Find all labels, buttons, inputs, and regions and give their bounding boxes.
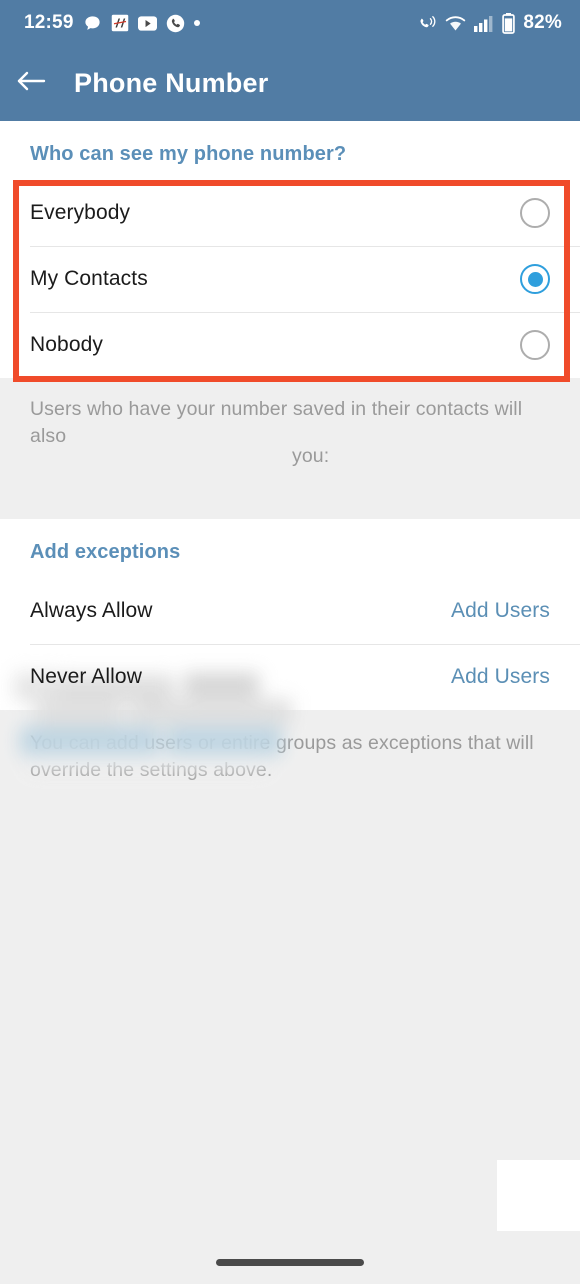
app-notification-icon bbox=[111, 14, 129, 32]
visibility-section-header: Who can see my phone number? bbox=[30, 143, 347, 165]
visibility-footnote: Users who have your number saved in thei… bbox=[0, 378, 580, 474]
option-label-my-contacts: My Contacts bbox=[30, 267, 148, 290]
battery-percent-label: 82% bbox=[523, 12, 562, 33]
app-bar: Phone Number bbox=[0, 46, 580, 121]
exceptions-card: Add exceptions Always Allow Add Users Ne… bbox=[0, 519, 580, 710]
arrow-left-icon bbox=[16, 68, 46, 99]
back-button[interactable] bbox=[0, 68, 62, 99]
exceptions-footnote: You can add users or entire groups as ex… bbox=[30, 732, 534, 781]
option-label-nobody: Nobody bbox=[30, 333, 103, 356]
call-active-icon bbox=[416, 14, 437, 33]
option-row-my-contacts[interactable]: My Contacts bbox=[0, 246, 580, 312]
exception-label-never-allow: Never Allow bbox=[30, 665, 142, 688]
option-label-everybody: Everybody bbox=[30, 201, 131, 224]
add-users-button-always-allow[interactable]: Add Users bbox=[451, 599, 550, 623]
cellular-signal-icon bbox=[474, 15, 494, 32]
exception-row-always-allow[interactable]: Always Allow Add Users bbox=[0, 578, 580, 644]
wifi-icon bbox=[445, 15, 466, 32]
youtube-icon bbox=[137, 15, 157, 31]
visibility-footnote-tail: you: bbox=[292, 445, 330, 467]
phone-screen: 12:59 82% Phone Number Who can see my ph… bbox=[0, 0, 580, 1284]
more-dot-icon bbox=[193, 20, 200, 26]
radio-nobody[interactable] bbox=[520, 330, 550, 360]
radio-my-contacts[interactable] bbox=[520, 264, 550, 294]
settings-content: Who can see my phone number? Everybody M… bbox=[0, 121, 580, 1284]
status-bar-clock: 12:59 bbox=[24, 12, 74, 33]
home-gesture-pill[interactable] bbox=[216, 1258, 364, 1266]
exception-row-never-allow[interactable]: Never Allow Add Users bbox=[0, 644, 580, 710]
visibility-footnote-area: Users who have your number saved in thei… bbox=[0, 378, 580, 771]
page-title: Phone Number bbox=[74, 68, 269, 98]
white-overlay-patch bbox=[497, 1160, 580, 1231]
add-users-button-never-allow[interactable]: Add Users bbox=[451, 665, 550, 689]
chat-bubble-icon bbox=[83, 14, 102, 33]
battery-icon bbox=[502, 12, 516, 34]
option-row-nobody[interactable]: Nobody bbox=[0, 312, 580, 378]
status-bar: 12:59 82% bbox=[0, 0, 580, 46]
option-row-everybody[interactable]: Everybody bbox=[0, 180, 580, 246]
navigation-bar bbox=[0, 1240, 580, 1284]
visibility-footnote-line1: Users who have your number saved in thei… bbox=[30, 398, 523, 447]
radio-everybody[interactable] bbox=[520, 198, 550, 228]
visibility-card: Who can see my phone number? Everybody M… bbox=[0, 121, 580, 378]
exception-label-always-allow: Always Allow bbox=[30, 599, 153, 622]
status-bar-right: 82% bbox=[416, 12, 562, 34]
exceptions-section-header: Add exceptions bbox=[30, 541, 181, 563]
phone-call-icon bbox=[166, 14, 185, 33]
status-bar-left: 12:59 bbox=[24, 12, 200, 34]
exceptions-footnote-area: You can add users or entire groups as ex… bbox=[0, 710, 580, 808]
